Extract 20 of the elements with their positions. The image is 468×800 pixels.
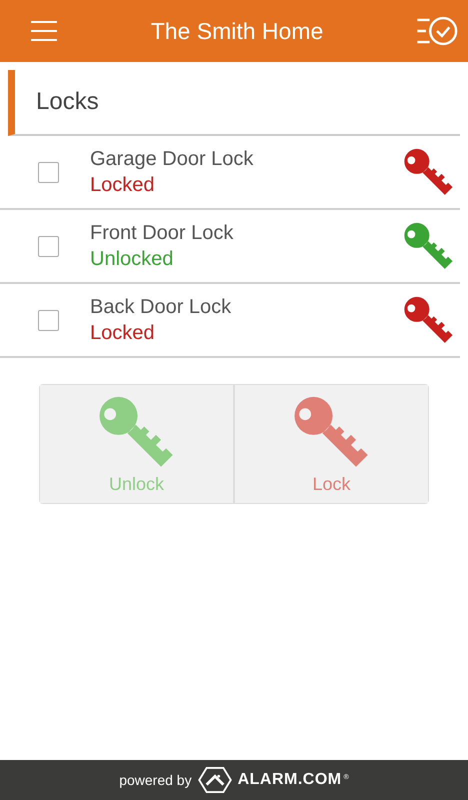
checkbox[interactable] (38, 310, 59, 330)
key-icon (404, 147, 454, 197)
powered-by-label: powered by (119, 772, 192, 788)
section-title: Locks (36, 88, 99, 116)
home-title: The Smith Home (150, 18, 324, 44)
checkbox[interactable] (38, 236, 59, 256)
lock-name: Back Door Lock (90, 296, 232, 318)
brand-name: ALARM.COM (238, 771, 342, 789)
lock-status: Unlocked (90, 248, 174, 270)
lock-status: Locked (90, 322, 156, 344)
lock-status: Locked (90, 174, 156, 196)
checkbox[interactable] (38, 162, 59, 182)
key-icon (404, 221, 454, 271)
checklist-clock-icon[interactable] (416, 15, 458, 47)
lock-name: Garage Door Lock (90, 148, 254, 170)
house-logo-icon (198, 767, 232, 793)
menu-icon[interactable] (30, 20, 58, 42)
lock-name: Front Door Lock (90, 222, 234, 244)
unlock-button[interactable]: Unlock (40, 385, 235, 503)
key-icon (404, 295, 454, 345)
